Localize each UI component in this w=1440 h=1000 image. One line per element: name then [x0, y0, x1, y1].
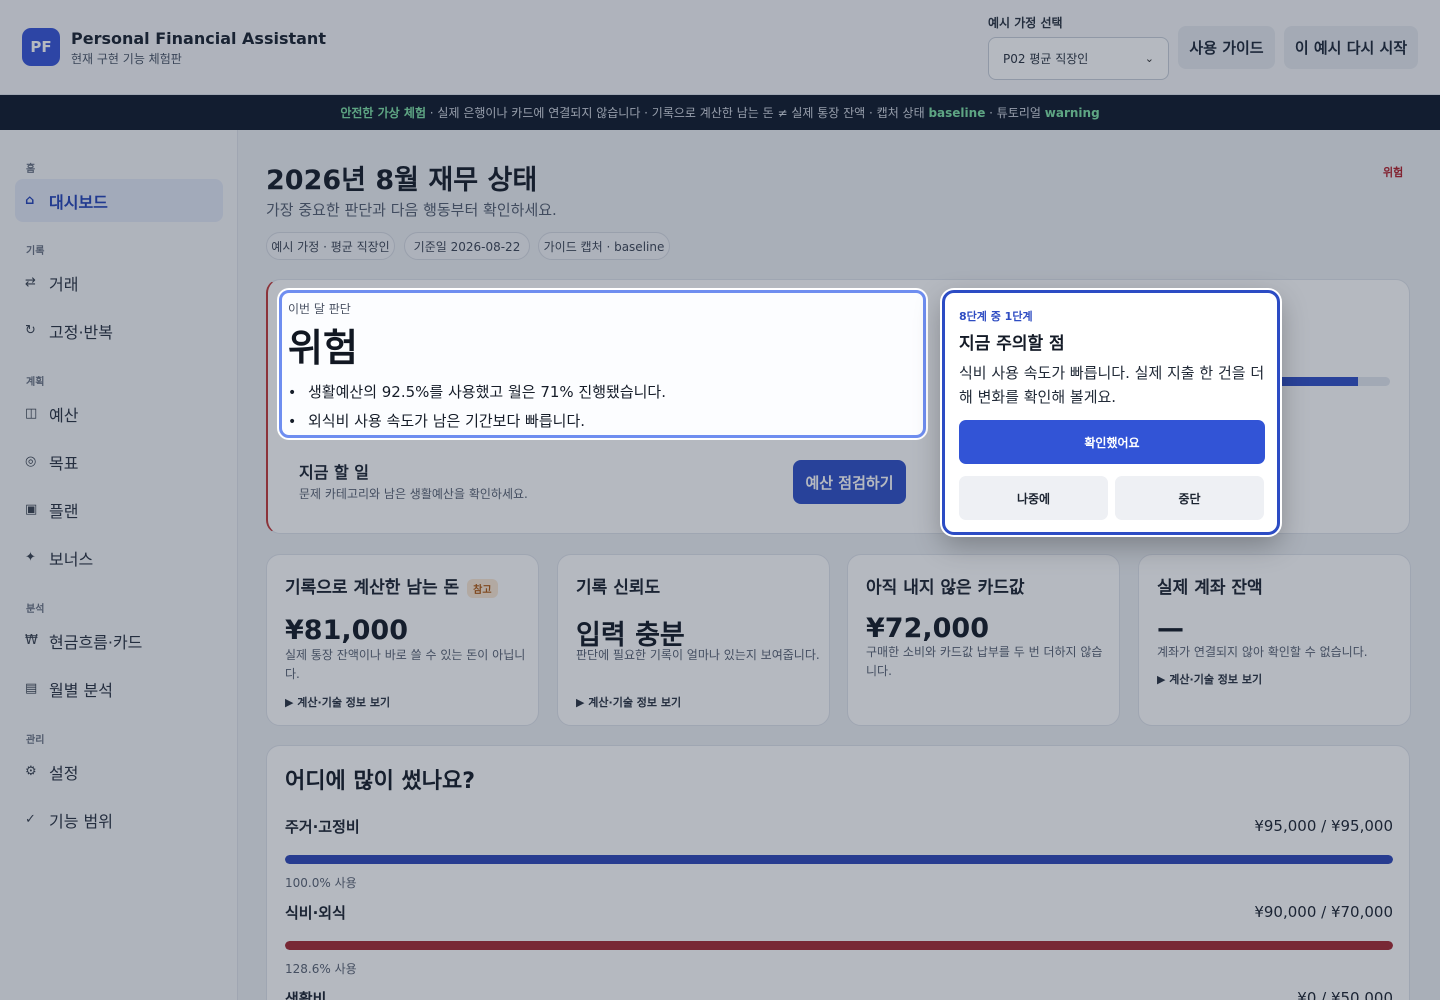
- judgement-reasons: 생활예산의 92.5%를 사용했고 월은 71% 진행됐습니다. 외식비 사용 …: [288, 381, 666, 439]
- tour-stop-button[interactable]: 중단: [1115, 476, 1264, 520]
- judgement-reason: 생활예산의 92.5%를 사용했고 월은 71% 진행됐습니다.: [288, 381, 666, 402]
- tour-later-button[interactable]: 나중에: [959, 476, 1108, 520]
- tour-highlight-judgement: 이번 달 판단 위험 생활예산의 92.5%를 사용했고 월은 71% 진행됐습…: [279, 290, 926, 438]
- tour-step-indicator: 8단계 중 1단계: [959, 310, 1033, 323]
- tour-confirm-button[interactable]: 확인했어요: [959, 420, 1265, 464]
- tour-body: 식비 사용 속도가 빠릅니다. 실제 지출 한 건을 더해 변화를 확인해 볼게…: [959, 364, 1265, 406]
- tour-popover: 8단계 중 1단계 지금 주의할 점 식비 사용 속도가 빠릅니다. 실제 지출…: [942, 290, 1280, 535]
- tour-title: 지금 주의할 점: [959, 334, 1065, 354]
- judgement-caption: 이번 달 판단: [288, 302, 351, 316]
- judgement-reason: 외식비 사용 속도가 남은 기간보다 빠릅니다.: [288, 410, 666, 431]
- judgement-verdict: 위험: [288, 326, 358, 370]
